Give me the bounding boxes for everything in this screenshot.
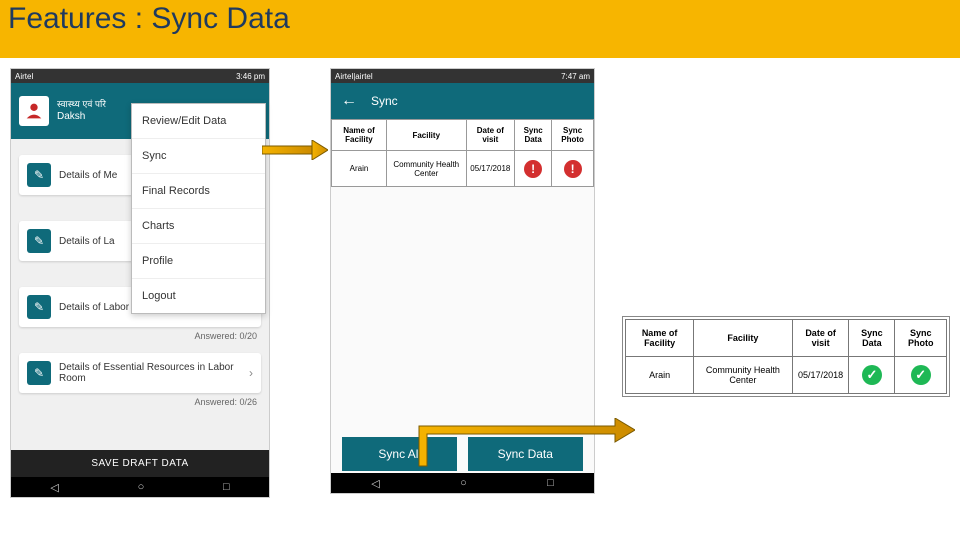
alert-icon: !	[524, 160, 542, 178]
recent-key[interactable]: □	[547, 477, 554, 489]
th-syncdata: Sync Data	[515, 120, 552, 151]
home-key[interactable]: ○	[460, 477, 467, 489]
cell-date: 05/17/2018	[466, 151, 515, 187]
result-table: Name of Facility Facility Date of visit …	[625, 319, 947, 394]
overflow-menu: Review/Edit Data Sync Final Records Char…	[131, 103, 266, 314]
clipboard-icon: ✎	[27, 361, 51, 385]
answered-count: Answered: 0/26	[11, 397, 269, 411]
clipboard-icon: ✎	[27, 163, 51, 187]
sync-title: Sync	[371, 94, 398, 108]
header-line2: Daksh	[57, 110, 106, 123]
answered-count: Answered: 0/20	[11, 331, 269, 345]
soft-keys: ◁ ○ □	[331, 473, 594, 493]
clipboard-icon: ✎	[27, 229, 51, 253]
phone-screenshot-1: Airtel 3:46 pm स्वास्थ्य एवं परि Daksh ✎…	[10, 68, 270, 498]
status-left: Airtel|airtel	[335, 72, 373, 81]
back-arrow-icon[interactable]: ←	[341, 92, 357, 110]
status-bar: Airtel|airtel 7:47 am	[331, 69, 594, 83]
menu-item-charts[interactable]: Charts	[132, 209, 265, 244]
th-date: Date of visit	[466, 120, 515, 151]
status-right: 3:46 pm	[236, 72, 265, 81]
table-row: Arain Community Health Center 05/17/2018…	[332, 151, 594, 187]
th-name: Name of Facility	[332, 120, 387, 151]
menu-item-logout[interactable]: Logout	[132, 279, 265, 313]
th-syncphoto: Sync Photo	[552, 120, 594, 151]
soft-keys: ◁ ○ □	[11, 477, 269, 497]
list-label: Details of Essential Resources in Labor …	[59, 362, 249, 384]
cell-facility: Community Health Center	[694, 357, 793, 394]
app-logo	[19, 96, 49, 126]
chevron-right-icon: ›	[249, 366, 253, 380]
save-draft-button[interactable]: SAVE DRAFT DATA	[11, 450, 269, 477]
check-icon: ✓	[911, 365, 931, 385]
back-key[interactable]: ◁	[50, 481, 58, 494]
table-row: Arain Community Health Center 05/17/2018…	[626, 357, 947, 394]
title-bar: Features : Sync Data	[0, 0, 960, 58]
th-syncdata: Sync Data	[849, 320, 895, 357]
th-syncphoto: Sync Photo	[895, 320, 947, 357]
status-bar: Airtel 3:46 pm	[11, 69, 269, 83]
menu-item-profile[interactable]: Profile	[132, 244, 265, 279]
menu-item-sync[interactable]: Sync	[132, 139, 265, 174]
page-title: Features : Sync Data	[8, 2, 290, 36]
th-name: Name of Facility	[626, 320, 694, 357]
status-left: Airtel	[15, 72, 33, 81]
sync-header: ← Sync	[331, 83, 594, 119]
list-item[interactable]: ✎ Details of Essential Resources in Labo…	[19, 353, 261, 393]
back-key[interactable]: ◁	[371, 477, 379, 490]
cell-syncphoto: ✓	[895, 357, 947, 394]
recent-key[interactable]: □	[223, 481, 230, 493]
cell-date: 05/17/2018	[792, 357, 849, 394]
menu-item-review[interactable]: Review/Edit Data	[132, 104, 265, 139]
sync-table: Name of Facility Facility Date of visit …	[331, 119, 594, 187]
table-header-row: Name of Facility Facility Date of visit …	[332, 120, 594, 151]
cell-syncdata: ✓	[849, 357, 895, 394]
check-icon: ✓	[862, 365, 882, 385]
result-panel: Name of Facility Facility Date of visit …	[622, 316, 950, 397]
alert-icon: !	[564, 160, 582, 178]
clipboard-icon: ✎	[27, 295, 51, 319]
home-key[interactable]: ○	[138, 481, 145, 493]
cell-facility: Community Health Center	[386, 151, 466, 187]
cell-name: Arain	[332, 151, 387, 187]
cell-name: Arain	[626, 357, 694, 394]
cell-syncphoto[interactable]: !	[552, 151, 594, 187]
menu-item-final[interactable]: Final Records	[132, 174, 265, 209]
arrow-icon	[415, 418, 635, 470]
th-facility: Facility	[386, 120, 466, 151]
th-facility: Facility	[694, 320, 793, 357]
arrow-icon	[262, 140, 328, 160]
table-header-row: Name of Facility Facility Date of visit …	[626, 320, 947, 357]
th-date: Date of visit	[792, 320, 849, 357]
header-line1: स्वास्थ्य एवं परि	[57, 99, 106, 111]
cell-syncdata[interactable]: !	[515, 151, 552, 187]
header-text: स्वास्थ्य एवं परि Daksh	[57, 99, 106, 124]
status-right: 7:47 am	[561, 72, 590, 81]
